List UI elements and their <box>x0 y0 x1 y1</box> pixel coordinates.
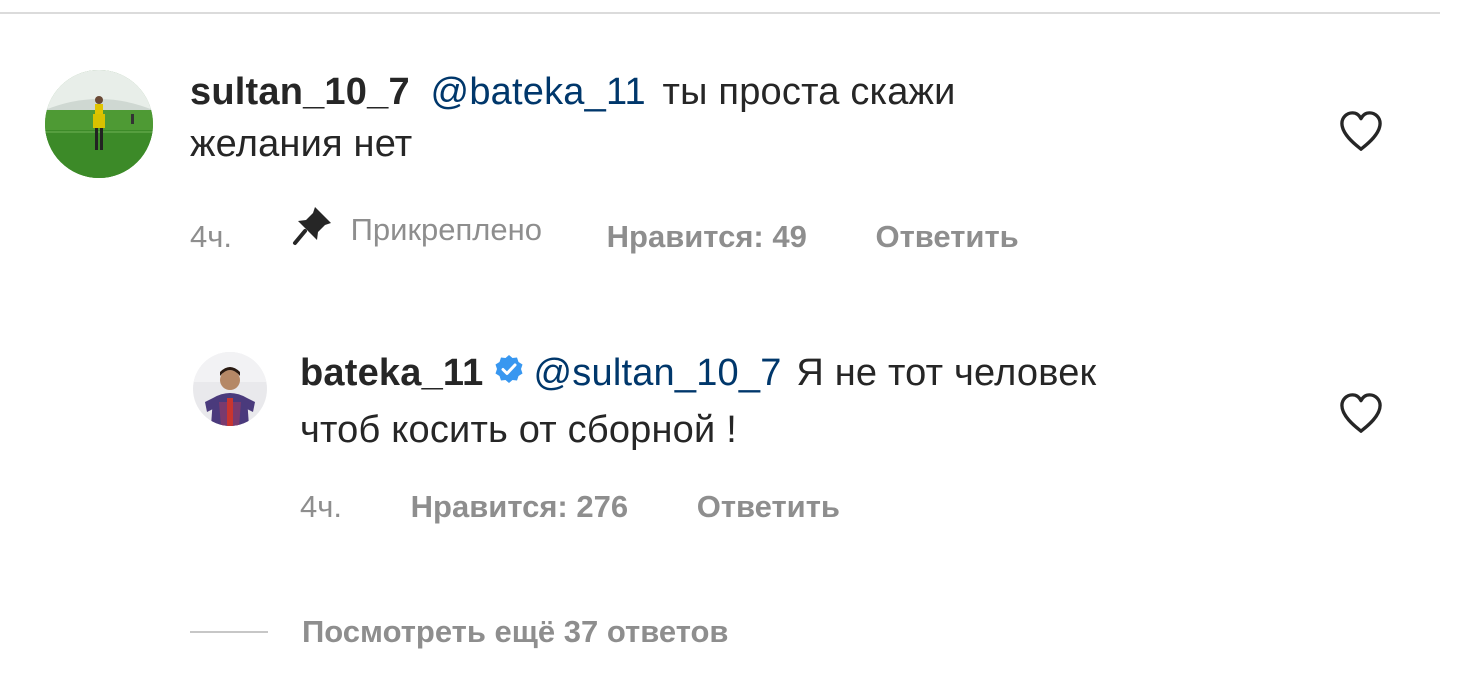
verified-badge-icon <box>494 346 524 398</box>
reply-button[interactable]: Ответить <box>697 489 840 524</box>
comment-body-line2: желания нет <box>190 123 413 165</box>
comment-time: 4ч. <box>190 219 233 254</box>
view-more-replies-label: Посмотреть ещё 37 ответов <box>302 614 729 649</box>
pinned-indicator: Прикреплено <box>291 203 542 257</box>
pin-icon <box>291 203 351 257</box>
mention-link[interactable]: @sultan_10_7 <box>534 352 782 394</box>
comment-meta: 4ч. Прикреплено Нравится: 49 Ответить <box>190 203 1019 257</box>
comment-username[interactable]: bateka_11 <box>300 352 484 394</box>
comment-body-line2: чтоб косить от сборной ! <box>300 409 737 451</box>
heart-outline-icon[interactable] <box>1338 392 1384 439</box>
replies-divider <box>190 631 268 633</box>
comment-text: sultan_10_7 @bateka_11 ты проста скажи ж… <box>190 66 1270 170</box>
comment-username[interactable]: sultan_10_7 <box>190 71 410 113</box>
pinned-label: Прикреплено <box>350 212 542 247</box>
avatar[interactable] <box>193 352 267 426</box>
heart-outline-icon[interactable] <box>1338 110 1384 157</box>
mention-link[interactable]: @bateka_11 <box>431 71 646 113</box>
likes-count[interactable]: Нравится: 49 <box>607 219 807 254</box>
likes-count[interactable]: Нравится: 276 <box>411 489 628 524</box>
reply-button[interactable]: Ответить <box>875 219 1018 254</box>
comment-body-line1: Я не тот человек <box>785 352 1097 395</box>
comment-meta: 4ч. Нравится: 276 Ответить <box>300 487 840 527</box>
comment-text: bateka_11 @sultan_10_7 Я не тот человек … <box>300 346 1300 456</box>
comment-time: 4ч. <box>300 489 343 524</box>
comment-body-line1: ты проста скажи <box>651 71 956 113</box>
view-more-replies-button[interactable]: Посмотреть ещё 37 ответов <box>190 614 728 650</box>
comment-sultan: sultan_10_7 @bateka_11 ты проста скажи ж… <box>0 0 1460 280</box>
avatar[interactable] <box>45 70 153 178</box>
comment-bateka: bateka_11 @sultan_10_7 Я не тот человек … <box>0 330 1460 550</box>
